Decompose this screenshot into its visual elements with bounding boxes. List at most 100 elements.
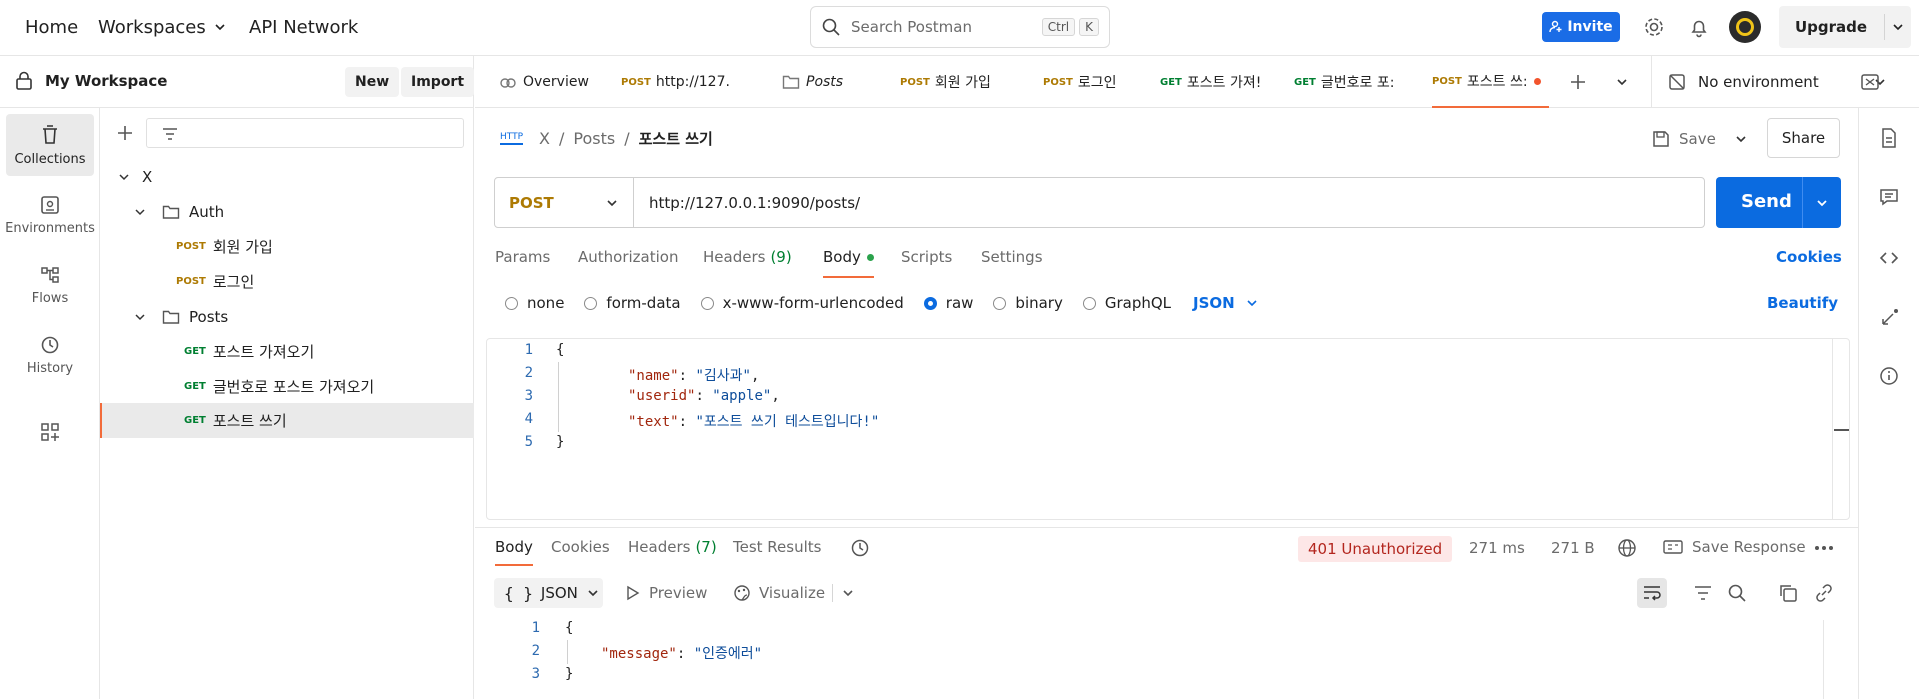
preview-button[interactable]: Preview — [626, 578, 707, 608]
scrollbar[interactable] — [1832, 339, 1849, 519]
filter-input[interactable] — [146, 118, 464, 148]
document-icon[interactable] — [1879, 127, 1899, 149]
avatar[interactable] — [1729, 11, 1761, 43]
api-network-link[interactable]: API Network — [249, 0, 358, 54]
tree-request[interactable]: GET 포스트 가져오기 — [100, 334, 474, 369]
chevron-down-icon[interactable] — [1615, 75, 1629, 89]
save-button[interactable]: Save — [1652, 122, 1716, 156]
divider — [475, 527, 1858, 528]
tab-response-cookies[interactable]: Cookies — [551, 538, 610, 556]
line-number: 1 — [531, 620, 540, 636]
home-link[interactable]: Home — [25, 0, 78, 54]
chevron-down-icon[interactable] — [1815, 196, 1829, 210]
cookies-link[interactable]: Cookies — [1776, 248, 1842, 266]
json-key: "message" — [601, 646, 677, 662]
tree-request-selected[interactable]: GET 포스트 쓰기 — [100, 403, 474, 438]
environment-quicklook-icon[interactable] — [1860, 72, 1880, 92]
more-icon[interactable] — [1814, 544, 1834, 552]
workspaces-menu[interactable]: Workspaces — [98, 0, 227, 54]
tree-collection-x[interactable]: X — [100, 159, 474, 194]
radio-graphql[interactable] — [1082, 296, 1096, 310]
sidebar-item-environments[interactable]: Environments — [5, 184, 95, 246]
breadcrumb-current[interactable]: 포스트 쓰기 — [639, 128, 713, 149]
plus-icon[interactable] — [116, 124, 134, 142]
tab-request[interactable]: POST 로그인 — [1043, 56, 1117, 108]
search-bar[interactable]: Search Postman Ctrl K — [810, 6, 1110, 48]
sidebar-item-history[interactable]: History — [6, 324, 94, 386]
send-button[interactable]: Send — [1716, 177, 1841, 228]
tab-overview[interactable]: Overview — [499, 56, 589, 108]
tab-request-active[interactable]: POST 포스트 쓰: — [1432, 56, 1549, 108]
tree-request[interactable]: POST 로그인 — [100, 264, 474, 299]
tab-body[interactable]: Body — [823, 248, 874, 278]
chevron-down-icon[interactable] — [1734, 132, 1748, 146]
tab-posts[interactable]: Posts — [782, 56, 843, 108]
beautify-link[interactable]: Beautify — [1767, 294, 1838, 312]
new-button[interactable]: New — [345, 67, 400, 97]
import-button[interactable]: Import — [401, 67, 475, 97]
tab-test-results[interactable]: Test Results — [733, 538, 821, 556]
filter-icon[interactable] — [1693, 584, 1713, 602]
tab-settings[interactable]: Settings — [981, 248, 1043, 266]
tree-folder-posts[interactable]: Posts — [100, 299, 474, 334]
tree-request[interactable]: GET 글번호로 포스트 가져오기 — [100, 369, 474, 404]
sidebar-item-collections[interactable]: Collections — [6, 114, 94, 176]
tree-folder-auth[interactable]: Auth — [100, 194, 474, 229]
code-icon[interactable] — [1879, 248, 1899, 268]
tab-headers[interactable]: Headers (9) — [703, 248, 792, 266]
line-number: 2 — [524, 365, 533, 381]
tree-request[interactable]: POST 회원 가입 — [100, 229, 474, 264]
globe-icon[interactable] — [1617, 538, 1637, 558]
radio-raw[interactable] — [923, 296, 937, 310]
tab-request[interactable]: POST 회원 가입 — [900, 56, 991, 108]
response-format-select[interactable]: { } JSON — [494, 578, 603, 608]
save-response-button[interactable]: Save Response — [1663, 538, 1806, 556]
tab-request[interactable]: GET 포스트 가져! — [1160, 56, 1270, 108]
radio-form-data[interactable] — [584, 296, 598, 310]
invite-button[interactable]: Invite — [1542, 12, 1620, 42]
link-icon[interactable] — [1814, 583, 1834, 603]
radio-binary[interactable] — [993, 296, 1007, 310]
tab-response-body[interactable]: Body — [495, 538, 533, 566]
tab-params[interactable]: Params — [495, 248, 550, 266]
response-body-viewer[interactable]: 1 2 3 { "message": "인증에러" } — [486, 620, 1850, 699]
method-select[interactable]: POST — [495, 178, 634, 227]
status-badge[interactable]: 401 Unauthorized — [1298, 536, 1453, 562]
tab-response-headers[interactable]: Headers (7) — [628, 538, 717, 556]
copy-icon[interactable] — [1778, 583, 1798, 603]
format-label: JSON — [540, 584, 578, 602]
chevron-down-icon[interactable] — [1245, 296, 1259, 310]
comment-icon[interactable] — [1879, 187, 1899, 207]
scrollbar[interactable] — [1823, 620, 1839, 699]
breadcrumb-collection[interactable]: X — [539, 129, 550, 148]
tab-request[interactable]: GET 글번호로 포: — [1294, 56, 1404, 108]
tab-scripts[interactable]: Scripts — [901, 248, 952, 266]
related-icon[interactable] — [1879, 306, 1901, 328]
radio-none[interactable] — [505, 296, 518, 310]
radio-urlencoded[interactable] — [700, 296, 714, 310]
tab-request[interactable]: POST http://127. — [621, 56, 731, 108]
share-button[interactable]: Share — [1767, 118, 1840, 158]
sidebar-item-flows[interactable]: Flows — [6, 254, 94, 316]
info-icon[interactable] — [1879, 366, 1899, 386]
visualize-button[interactable]: Visualize — [733, 578, 825, 608]
bell-icon[interactable] — [1688, 16, 1710, 38]
response-size[interactable]: 271 B — [1551, 539, 1595, 557]
response-time[interactable]: 271 ms — [1469, 539, 1525, 557]
chevron-down-icon[interactable] — [1891, 20, 1905, 34]
line-number: 3 — [524, 388, 533, 404]
chevron-down-icon[interactable] — [841, 586, 855, 600]
url-input[interactable]: http://127.0.0.1:9090/posts/ — [634, 194, 1704, 212]
tab-authorization[interactable]: Authorization — [578, 248, 678, 266]
search-icon[interactable] — [1727, 583, 1747, 603]
add-widget-icon[interactable] — [40, 422, 60, 442]
plus-icon[interactable] — [1568, 72, 1588, 92]
format-select[interactable]: JSON — [1193, 294, 1235, 312]
request-body-editor[interactable]: 1 2 3 4 5 { "name": "김사과", "userid": "ap… — [486, 338, 1850, 520]
upgrade-button[interactable]: Upgrade — [1779, 6, 1911, 48]
environment-label: No environment — [1698, 73, 1819, 91]
history-icon[interactable] — [850, 538, 870, 558]
wrap-lines-button[interactable] — [1637, 578, 1667, 608]
breadcrumb-folder[interactable]: Posts — [573, 129, 615, 148]
settings-icon[interactable] — [1643, 16, 1665, 38]
